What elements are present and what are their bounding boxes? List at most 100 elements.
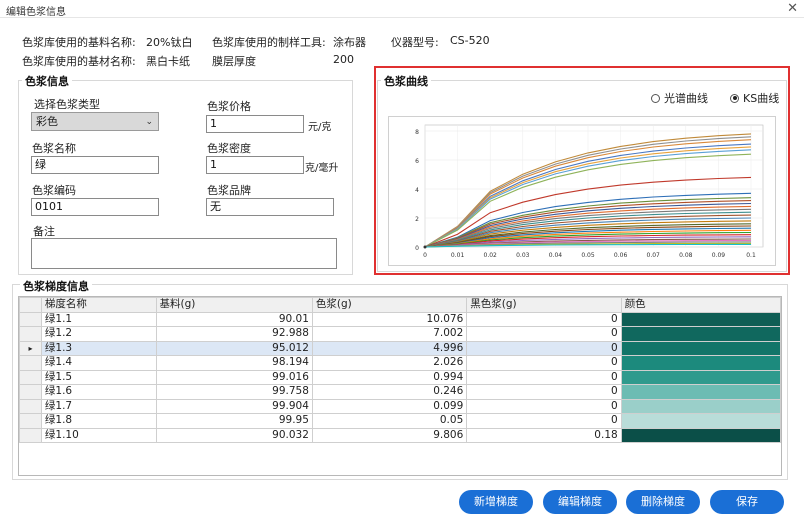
cell-color [620, 369, 781, 385]
table-row[interactable]: ▸ 绿1.3 95.012 4.996 0 [19, 340, 781, 356]
cell-color [620, 311, 781, 327]
row-selector[interactable] [19, 398, 42, 414]
cell-paste: 0.099 [311, 398, 468, 414]
cell-name: 绿1.2 [40, 326, 157, 342]
radio-off-icon [651, 93, 660, 103]
table-row[interactable]: 绿1.6 99.758 0.246 0 [19, 384, 781, 400]
cell-color [620, 384, 781, 400]
remark-textarea[interactable] [31, 238, 337, 269]
brand-label: 色浆品牌 [207, 184, 251, 197]
x-tick-label: 0.03 [516, 252, 530, 259]
window-title: 编辑色浆信息 [6, 7, 66, 18]
density-input[interactable]: 1 [206, 156, 304, 174]
radio-ks-label: KS曲线 [743, 92, 780, 105]
instrument-value: CS-520 [450, 34, 490, 47]
save-button[interactable]: 保存 [710, 490, 784, 514]
edit-gradient-button[interactable]: 编辑梯度 [543, 490, 617, 514]
cell-base: 95.012 [155, 340, 313, 356]
radio-on-icon [730, 93, 739, 103]
row-selector[interactable] [19, 355, 42, 371]
title-bar: 编辑色浆信息 ✕ [0, 0, 804, 18]
cell-black: 0 [466, 355, 622, 371]
cell-color [620, 413, 781, 429]
table-row[interactable]: 绿1.10 90.032 9.806 0.18 [19, 427, 781, 443]
base-name-value: 20%钛白 [146, 36, 193, 49]
ks-chart: 0 2 4 6 8 0 0.01 0.02 0.03 0.04 0.05 0.06 0.07 0.08 0.… [388, 116, 776, 266]
chevron-down-icon: ⌄ [145, 117, 153, 127]
name-input[interactable]: 绿 [31, 156, 159, 174]
row-selector[interactable] [19, 311, 42, 327]
cell-name: 绿1.3 [40, 340, 157, 356]
row-selector[interactable] [19, 413, 42, 429]
cell-paste: 2.026 [311, 355, 468, 371]
x-tick-label: 0.06 [614, 252, 628, 259]
add-gradient-button[interactable]: 新增梯度 [459, 490, 533, 514]
row-header-corner [19, 297, 42, 313]
row-selector[interactable] [19, 369, 42, 385]
cell-base: 92.988 [155, 326, 313, 342]
tool-value: 涂布器 [333, 36, 366, 49]
table-row[interactable]: 绿1.2 92.988 7.002 0 [19, 326, 781, 342]
cell-color [620, 398, 781, 414]
remark-label: 备注 [33, 225, 55, 238]
cell-name: 绿1.5 [40, 369, 157, 385]
density-unit: 克/毫升 [305, 163, 339, 174]
x-tick-label: 0.05 [581, 252, 595, 259]
price-label: 色浆价格 [207, 100, 251, 113]
col-header-black[interactable]: 黑色浆(g) [466, 297, 622, 313]
type-select[interactable]: 彩色 ⌄ [31, 112, 159, 131]
paste-info-title: 色浆信息 [22, 73, 72, 89]
cell-paste: 9.806 [311, 427, 468, 443]
cell-name: 绿1.1 [40, 311, 157, 327]
ks-chart-svg: 0 2 4 6 8 0 0.01 0.02 0.03 0.04 0.05 0.06 0.07 0.08 0.… [415, 124, 764, 259]
row-selector[interactable] [19, 384, 42, 400]
cell-base: 90.01 [155, 311, 313, 327]
y-tick-label: 8 [415, 129, 419, 136]
price-input[interactable]: 1 [206, 115, 304, 133]
col-header-color[interactable]: 颜色 [620, 297, 781, 313]
cell-base: 90.032 [155, 427, 313, 443]
delete-gradient-button[interactable]: 删除梯度 [626, 490, 700, 514]
cell-name: 绿1.6 [40, 384, 157, 400]
code-input[interactable]: 0101 [31, 198, 159, 216]
y-tick-label: 0 [415, 245, 419, 252]
thickness-label: 膜层厚度 [212, 55, 256, 68]
x-tick-label: 0.01 [451, 252, 465, 259]
row-selector[interactable] [19, 326, 42, 342]
cell-color [620, 427, 781, 443]
cell-black: 0 [466, 384, 622, 400]
gradient-title: 色浆梯度信息 [20, 278, 92, 294]
gradient-table: 梯度名称 基料(g) 色浆(g) 黑色浆(g) 颜色 绿1.1 90.01 10.0… [19, 297, 781, 443]
table-row[interactable]: 绿1.7 99.904 0.099 0 [19, 398, 781, 414]
x-tick-label: 0.02 [484, 252, 498, 259]
substrate-value: 黑白卡纸 [146, 55, 190, 68]
col-header-paste[interactable]: 色浆(g) [311, 297, 468, 313]
base-name-label: 色浆库使用的基料名称: [22, 36, 136, 49]
cell-paste: 0.246 [311, 384, 468, 400]
table-row[interactable]: 绿1.8 99.95 0.05 0 [19, 413, 781, 429]
close-icon[interactable]: ✕ [787, 1, 798, 16]
thickness-value: 200 [333, 53, 354, 66]
col-header-base[interactable]: 基料(g) [155, 297, 313, 313]
cell-paste: 0.994 [311, 369, 468, 385]
col-header-name[interactable]: 梯度名称 [40, 297, 157, 313]
row-selector[interactable] [19, 427, 42, 443]
cell-color [620, 340, 781, 356]
substrate-label: 色浆库使用的基材名称: [22, 55, 136, 68]
row-selector[interactable]: ▸ [19, 340, 42, 356]
y-tick-label: 6 [415, 158, 419, 165]
cell-paste: 7.002 [311, 326, 468, 342]
cell-black: 0 [466, 413, 622, 429]
x-tick-label: 0.07 [647, 252, 661, 259]
brand-input[interactable]: 无 [206, 198, 334, 216]
table-row[interactable]: 绿1.4 98.194 2.026 0 [19, 355, 781, 371]
cell-base: 99.758 [155, 384, 313, 400]
x-tick-label: 0 [423, 252, 427, 259]
cell-paste: 0.05 [311, 413, 468, 429]
curve-title: 色浆曲线 [381, 73, 431, 89]
table-row[interactable]: 绿1.5 99.016 0.994 0 [19, 369, 781, 385]
table-row[interactable]: 绿1.1 90.01 10.076 0 [19, 311, 781, 327]
type-label: 选择色浆类型 [34, 98, 100, 111]
radio-spectral[interactable]: 光谱曲线 [651, 90, 708, 106]
radio-ks[interactable]: KS曲线 [730, 90, 779, 106]
